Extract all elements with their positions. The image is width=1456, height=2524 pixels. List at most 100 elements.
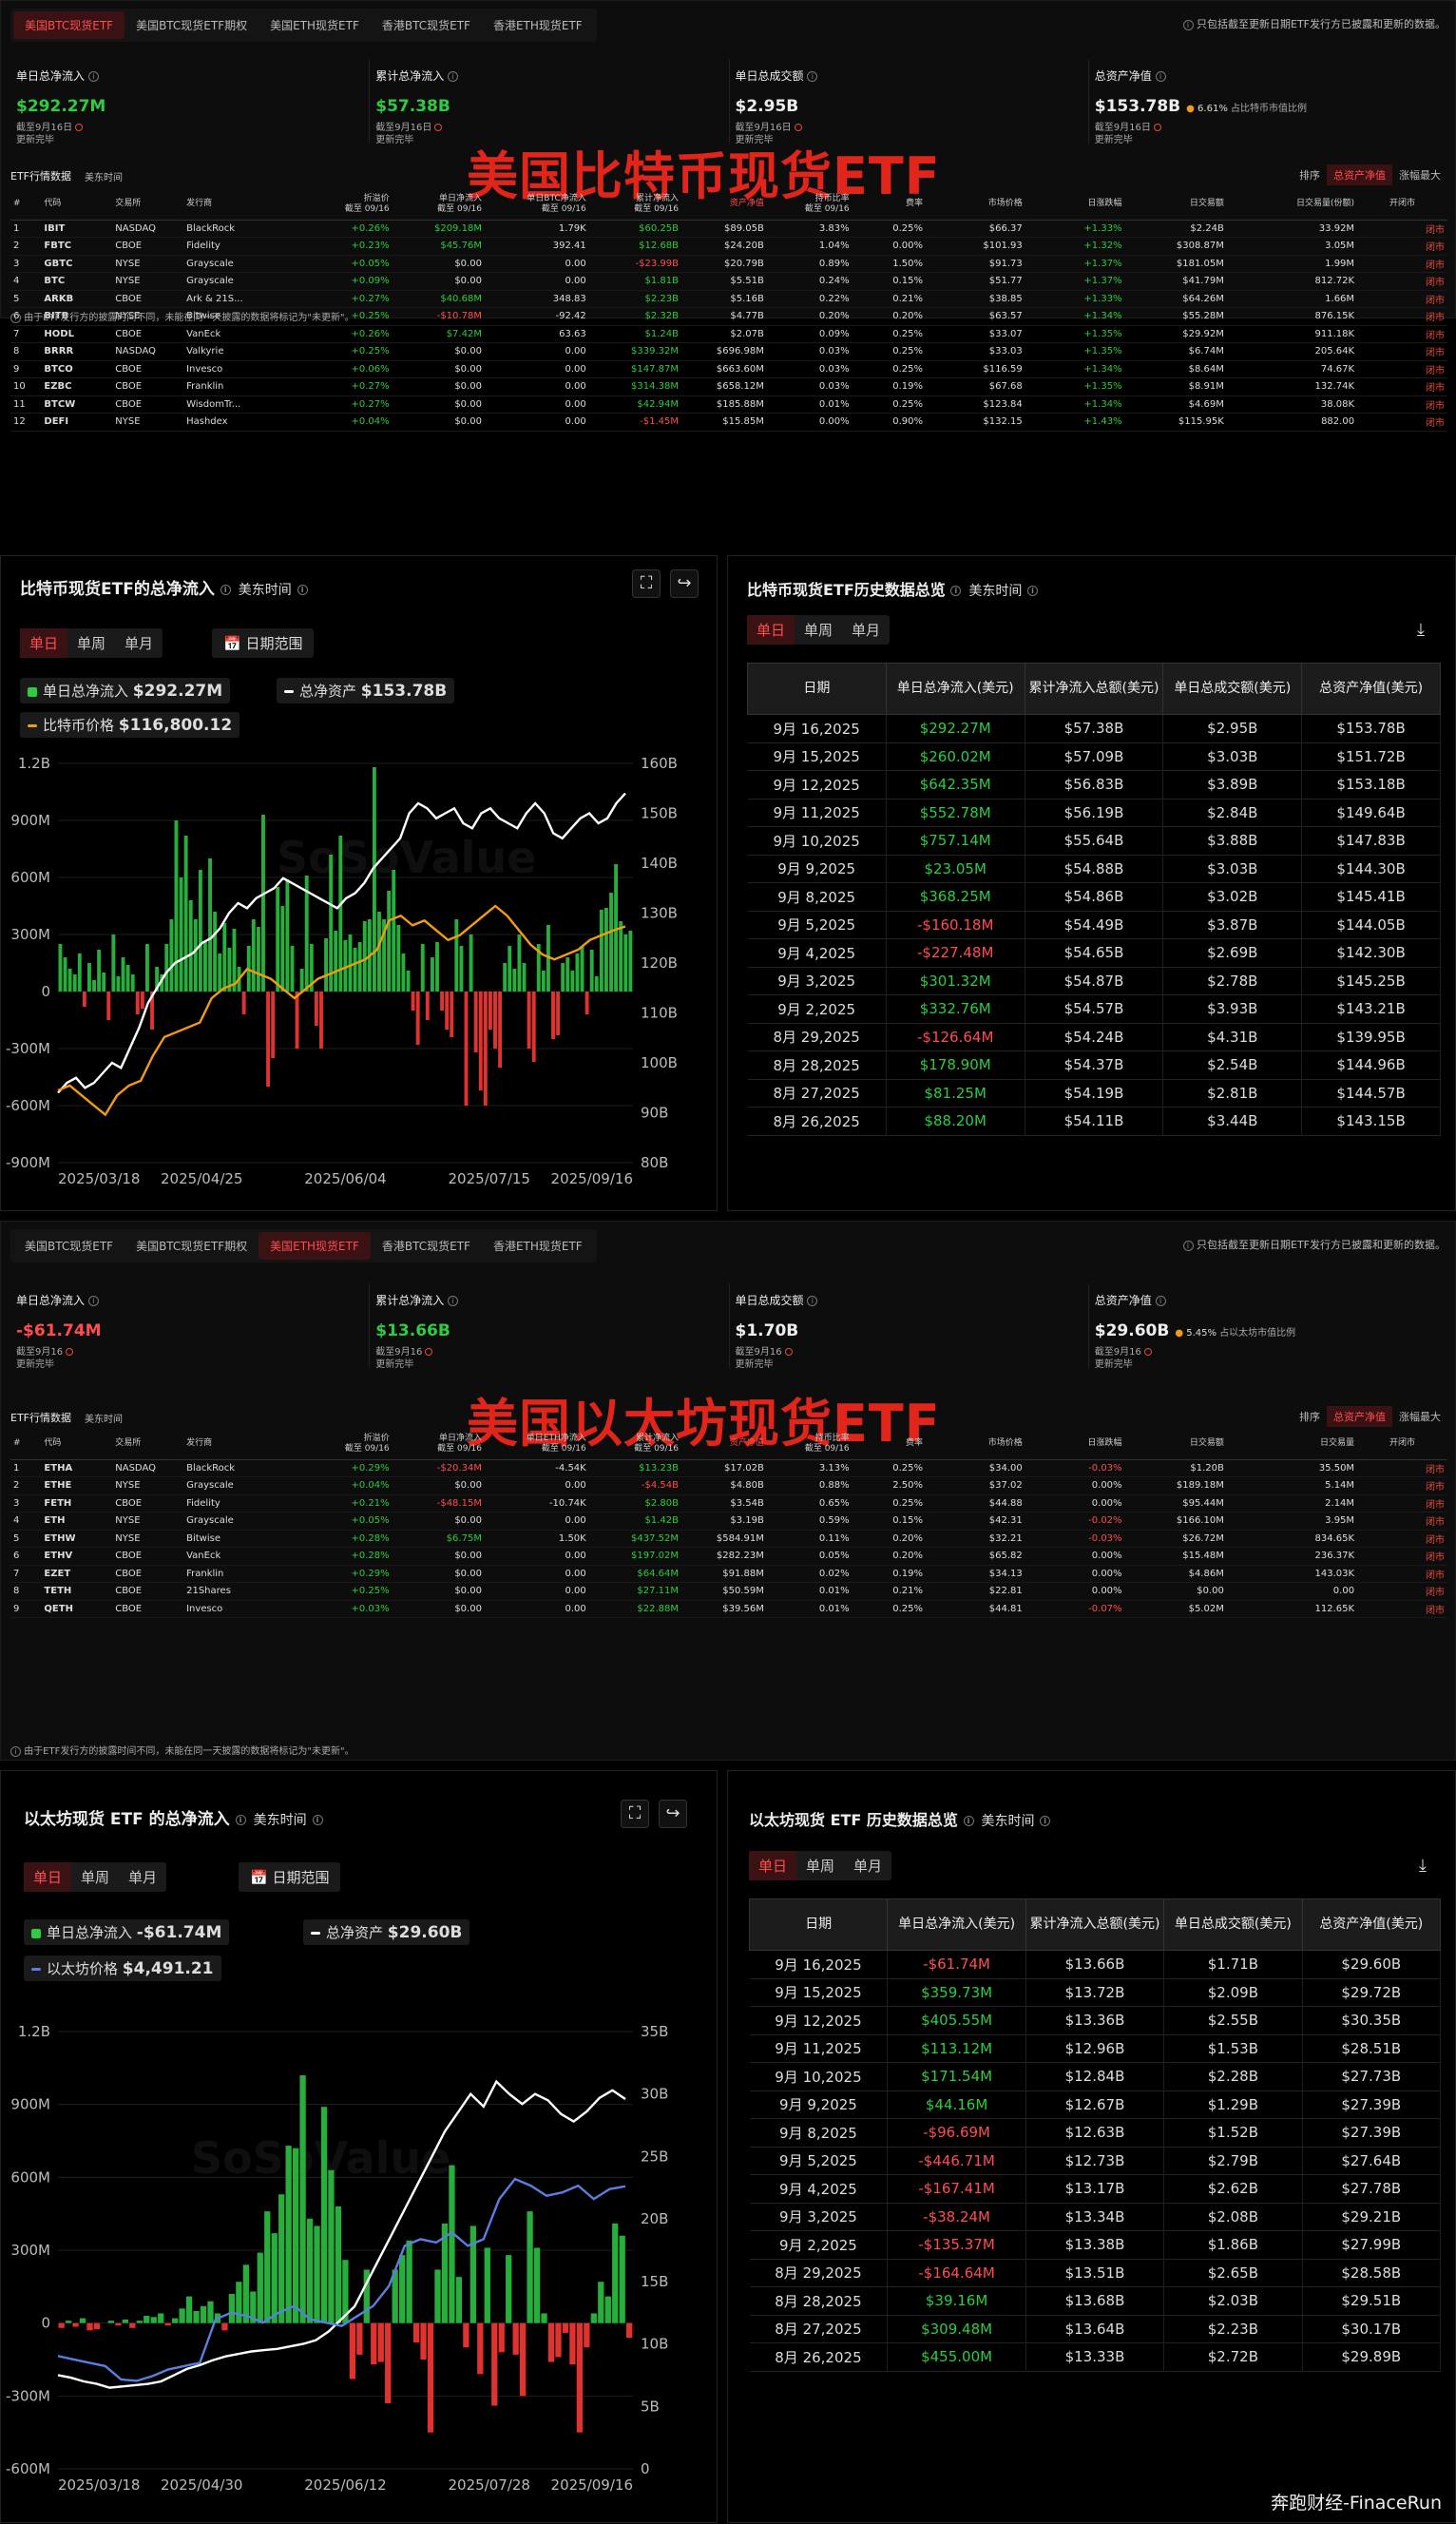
column-header[interactable]: 市场价格 [926,189,1025,221]
sort-by-gain[interactable]: 涨幅最大 [1392,164,1447,185]
flow-bar[interactable] [93,2322,101,2330]
flow-bar[interactable] [72,2322,79,2327]
column-header[interactable]: 持币比率 截至 09/16 [766,189,853,221]
flow-bar[interactable] [335,2206,342,2323]
date-range-button[interactable]: 📅 日期范围 [239,1862,341,1892]
column-header[interactable]: 费率 [852,189,926,221]
history-row[interactable]: 9月 11,2025 $552.78M $56.19B $2.84B $149.64B [747,799,1441,827]
table-cell[interactable]: DEFI [41,413,113,432]
history-row[interactable]: 8月 27,2025 $81.25M $54.19B $2.81B $144.57B [747,1079,1441,1108]
flow-bar[interactable] [589,950,594,992]
flow-bar[interactable] [125,965,130,992]
flow-bar[interactable] [314,2225,320,2323]
column-header[interactable]: # [10,1429,42,1460]
flow-bar[interactable] [200,2305,207,2323]
column-header[interactable]: 持币比率 截至 09/16 [766,1429,853,1460]
flow-bar[interactable] [628,931,633,992]
flow-bar[interactable] [319,992,323,1049]
flow-bar[interactable] [65,2321,72,2323]
table-row[interactable]: 4 BTC NYSE Grayscale +0.09% $0.00 0.00 $1.81B $5… [10,272,1447,291]
history-row[interactable]: 8月 29,2025 -$126.64M $54.24B $4.31B $139.95B [747,1023,1441,1051]
tab-2[interactable]: 美国ETH现货ETF [259,1232,371,1260]
flow-bar[interactable] [122,2319,128,2323]
flow-bar[interactable] [569,2322,576,2365]
flow-bar[interactable] [541,2313,547,2323]
period-weekly[interactable]: 单周 [796,1851,844,1880]
history-row[interactable]: 9月 2,2025 -$135.37M $13.38B $1.86B $27.99B [749,2230,1442,2260]
table-row[interactable]: 1 IBIT NASDAQ BlackRock +0.26% $209.18M 1.79K $… [10,220,1447,238]
history-row[interactable]: 9月 5,2025 -$446.71M $12.73B $2.79B $27.64B [749,2147,1442,2175]
flow-bar[interactable] [158,2313,164,2323]
flow-bar[interactable] [290,946,295,992]
flow-bar[interactable] [371,2322,377,2365]
flow-bar[interactable] [314,992,318,1026]
history-row[interactable]: 9月 9,2025 $23.05M $54.88B $3.03B $144.30B [747,855,1441,883]
tab-3[interactable]: 香港BTC现货ETF [371,11,482,39]
flow-bar[interactable] [584,2322,590,2348]
flow-bar[interactable] [406,2240,412,2323]
history-row[interactable]: 8月 26,2025 $88.20M $54.11B $3.44B $143.15B [747,1107,1441,1136]
flow-bar[interactable] [140,992,144,1009]
flow-bar[interactable] [222,923,227,992]
flow-bar[interactable] [455,2277,463,2323]
flow-bar[interactable] [612,2223,619,2323]
flow-bar[interactable] [193,2310,200,2323]
table-row[interactable]: 8 TETH CBOE 21Shares +0.25% $0.00 0.00 $27.11M $… [10,1582,1447,1601]
column-header[interactable]: 资产净值 [681,189,767,221]
column-header[interactable]: 日交易额 [1124,189,1227,221]
date-range-button[interactable]: 📅 日期范围 [212,628,315,658]
column-header[interactable]: 费率 [852,1429,926,1460]
table-cell[interactable]: IBIT [41,220,113,238]
table-cell[interactable]: ETHW [41,1530,113,1548]
flow-bar[interactable] [473,992,478,1052]
flow-bar[interactable] [164,944,169,992]
flow-bar[interactable] [604,2296,611,2323]
table-cell[interactable]: BRRR [41,342,113,361]
flow-bar[interactable] [79,2318,86,2323]
flow-bar[interactable] [498,992,503,1068]
flow-bar[interactable] [493,992,497,1049]
table-cell[interactable]: BTCO [41,360,113,378]
flow-bar[interactable] [334,931,338,992]
flow-bar[interactable] [278,2194,285,2323]
table-cell[interactable]: FETH [41,1494,113,1512]
flow-bar[interactable] [236,2282,242,2323]
flow-bar[interactable] [491,2322,498,2406]
table-row[interactable]: 4 ETH NYSE Grayscale +0.05% $0.00 0.00 $1.42B $3… [10,1512,1447,1531]
flow-bar[interactable] [285,879,290,992]
history-row[interactable]: 8月 28,2025 $178.90M $54.37B $2.54B $144.96B [747,1050,1441,1080]
history-row[interactable]: 9月 3,2025 $301.32M $54.87B $2.78B $145.25B [747,967,1441,995]
flow-bar[interactable] [136,2321,143,2323]
flow-bar[interactable] [256,927,260,992]
table-row[interactable]: 7 EZET CBOE Franklin +0.29% $0.00 0.00 $64.64M $… [10,1565,1447,1583]
flow-bar[interactable] [86,2322,93,2331]
flow-bar[interactable] [541,971,546,992]
flow-bar[interactable] [77,954,82,992]
flow-bar[interactable] [469,934,473,992]
table-cell[interactable]: FBTC [41,237,113,256]
period-weekly[interactable]: 单周 [71,1862,119,1892]
tab-4[interactable]: 香港ETH现货ETF [482,11,594,39]
flow-bar[interactable] [87,963,91,992]
flow-bar[interactable] [106,992,111,1020]
flow-bar[interactable] [609,893,613,992]
history-row[interactable]: 8月 27,2025 $309.48M $13.64B $2.23B $30.17B [749,2315,1442,2343]
flow-bar[interactable] [598,2282,604,2323]
history-row[interactable]: 9月 16,2025 -$61.74M $13.66B $1.71B $29.60B [749,1950,1442,1979]
flow-bar[interactable] [427,2322,434,2433]
table-row[interactable]: 3 FETH CBOE Fidelity +0.21% -$48.15M -10.74K $2… [10,1494,1447,1512]
flow-bar[interactable] [328,2169,335,2323]
history-column-header[interactable]: 累计净流入总额(美元) [1025,1898,1165,1951]
flow-bar[interactable] [150,2317,157,2323]
flow-bar[interactable] [185,2296,193,2323]
column-header[interactable]: 累计净流入 截至 09/16 [588,189,682,221]
history-row[interactable]: 9月 2,2025 $332.76M $54.57B $3.93B $143.21B [747,994,1441,1024]
flow-bar[interactable] [179,2308,185,2323]
flow-bar[interactable] [576,2322,584,2433]
flow-bar[interactable] [193,919,198,992]
table-row[interactable]: 2 FBTC CBOE Fidelity +0.23% $45.76M 392.41 $12.… [10,237,1447,256]
flow-bar[interactable] [445,992,450,1030]
table-cell[interactable]: BTC [41,272,113,291]
table-cell[interactable]: QETH [41,1600,113,1618]
flow-bar[interactable] [477,2322,484,2375]
